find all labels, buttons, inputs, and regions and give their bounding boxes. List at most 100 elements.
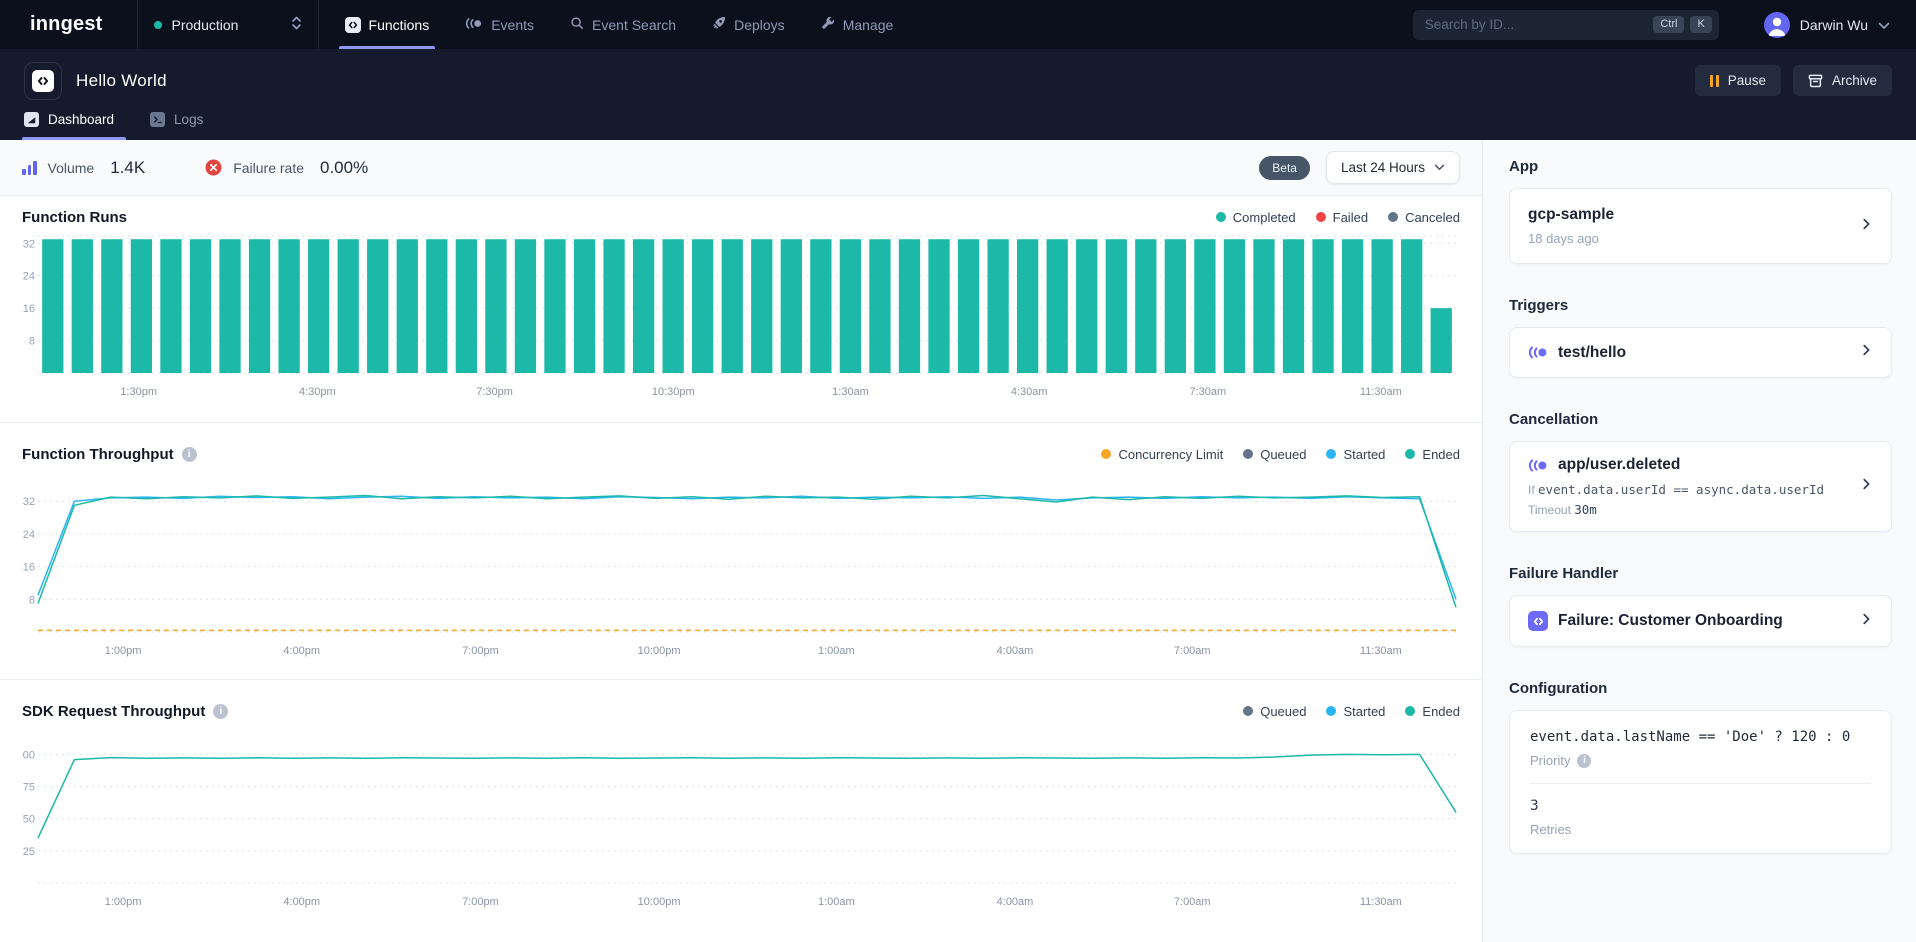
legend-dot <box>1388 212 1398 222</box>
cancellation-card[interactable]: app/user.deleted If event.data.userId ==… <box>1509 441 1892 532</box>
event-icon <box>1528 459 1548 472</box>
global-search[interactable]: Ctrl K <box>1413 10 1719 40</box>
stats-bar: Volume 1.4K Failure rate 0.00% Beta Last… <box>0 140 1482 196</box>
volume-value: 1.4K <box>110 158 145 178</box>
svg-text:11:30am: 11:30am <box>1360 896 1402 908</box>
cancellation-expression: event.data.userId == async.data.userId <box>1538 482 1824 497</box>
svg-text:1:00am: 1:00am <box>818 645 855 657</box>
nav-tab-functions[interactable]: Functions <box>327 0 448 49</box>
tab-label: Dashboard <box>48 112 114 127</box>
nav-tab-deploys[interactable]: Deploys <box>694 0 803 49</box>
app-card[interactable]: gcp-sample 18 days ago <box>1509 188 1892 264</box>
tab-dashboard[interactable]: Dashboard <box>24 112 114 140</box>
legend-item: Queued <box>1243 447 1306 462</box>
svg-text:11:30am: 11:30am <box>1360 645 1402 657</box>
legend-item: Ended <box>1405 704 1460 719</box>
svg-text:7:30am: 7:30am <box>1189 386 1226 398</box>
legend-label: Queued <box>1260 447 1306 462</box>
events-icon <box>465 17 483 33</box>
svg-text:7:00pm: 7:00pm <box>462 645 499 657</box>
nav-tab-event-search[interactable]: Event Search <box>552 0 694 49</box>
functions-icon <box>345 17 361 33</box>
volume-label: Volume <box>48 160 95 176</box>
user-menu[interactable]: Darwin Wu <box>1744 12 1916 38</box>
legend-label: Ended <box>1422 704 1460 719</box>
wrench-icon <box>821 16 835 33</box>
legend-item: Started <box>1326 704 1385 719</box>
legend-label: Canceled <box>1405 210 1460 225</box>
cancellation-section: Cancellation app/user.deleted If event.d… <box>1509 411 1892 532</box>
search-input[interactable] <box>1425 17 1648 32</box>
svg-text:25: 25 <box>23 846 35 858</box>
svg-text:4:00pm: 4:00pm <box>283 645 320 657</box>
chart-title: Function Runs <box>22 209 127 226</box>
function-icon <box>1528 611 1548 631</box>
legend-item: Concurrency Limit <box>1101 447 1223 462</box>
failure-handler-heading: Failure Handler <box>1509 565 1892 582</box>
chevron-right-icon <box>1859 217 1873 236</box>
chevron-right-icon <box>1859 612 1873 631</box>
environment-label: Production <box>172 17 239 33</box>
timeout-value: 30m <box>1574 502 1597 517</box>
chevron-down-icon <box>1434 164 1445 171</box>
legend-dot <box>1101 449 1111 459</box>
info-icon[interactable]: i <box>182 447 197 462</box>
nav-tab-label: Events <box>491 17 534 33</box>
pause-label: Pause <box>1728 73 1766 88</box>
legend-item: Canceled <box>1388 210 1460 225</box>
info-icon[interactable]: i <box>213 704 228 719</box>
app-heading: App <box>1509 158 1892 175</box>
svg-text:10:00pm: 10:00pm <box>638 896 681 908</box>
beta-badge: Beta <box>1259 156 1310 180</box>
tab-logs[interactable]: Logs <box>150 112 203 140</box>
legend-dot <box>1243 449 1253 459</box>
time-range-dropdown[interactable]: Last 24 Hours <box>1326 151 1460 184</box>
legend-dot <box>1326 449 1336 459</box>
failure-rate-value: 0.00% <box>320 158 368 178</box>
chart-legend: Concurrency LimitQueuedStartedEnded <box>1101 447 1460 462</box>
legend-dot <box>1316 212 1326 222</box>
page-title: Hello World <box>76 71 167 91</box>
svg-text:4:30am: 4:30am <box>1011 386 1048 398</box>
nav-tab-label: Manage <box>843 17 894 33</box>
app-section: App gcp-sample 18 days ago <box>1509 158 1892 264</box>
svg-text:1:00pm: 1:00pm <box>105 645 142 657</box>
archive-button[interactable]: Archive <box>1793 65 1892 96</box>
triggers-heading: Triggers <box>1509 297 1892 314</box>
legend-dot <box>1405 449 1415 459</box>
archive-icon <box>1808 74 1823 88</box>
environment-status-dot <box>154 21 162 29</box>
svg-text:7:30pm: 7:30pm <box>476 386 513 398</box>
nav-right: Ctrl K Darwin Wu <box>1413 0 1916 49</box>
svg-text:4:00pm: 4:00pm <box>283 896 320 908</box>
divider <box>1530 783 1871 784</box>
nav-tab-events[interactable]: Events <box>447 0 552 49</box>
legend-label: Started <box>1343 704 1385 719</box>
priority-expression: event.data.lastName == 'Doe' ? 120 : 0 <box>1530 729 1871 745</box>
failure-handler-card[interactable]: Failure: Customer Onboarding <box>1509 595 1892 647</box>
function-throughput-section: Function Throughput i Concurrency LimitQ… <box>0 423 1482 680</box>
event-icon <box>1528 346 1548 359</box>
legend-label: Failed <box>1333 210 1368 225</box>
inngest-logo: inngest <box>0 0 137 49</box>
pause-button[interactable]: Pause <box>1695 65 1781 96</box>
info-icon[interactable]: i <box>1577 754 1591 768</box>
sdk-throughput-section: SDK Request Throughput i QueuedStartedEn… <box>0 680 1482 942</box>
legend-item: Started <box>1326 447 1385 462</box>
svg-text:7:00am: 7:00am <box>1174 896 1211 908</box>
svg-text:4:00am: 4:00am <box>997 896 1034 908</box>
svg-text:32: 32 <box>23 238 35 250</box>
volume-icon <box>22 161 37 175</box>
svg-text:100: 100 <box>22 749 35 761</box>
failure-icon <box>205 159 222 176</box>
configuration-section: Configuration event.data.lastName == 'Do… <box>1509 680 1892 854</box>
function-header: Hello World Pause Archive Dashboard Logs <box>0 49 1916 140</box>
svg-text:1:00pm: 1:00pm <box>105 896 142 908</box>
environment-selector[interactable]: Production <box>137 0 319 49</box>
trigger-card[interactable]: test/hello <box>1509 327 1892 378</box>
nav-tab-label: Deploys <box>734 17 785 33</box>
chart-legend: QueuedStartedEnded <box>1243 704 1460 719</box>
nav-tab-manage[interactable]: Manage <box>803 0 912 49</box>
cancellation-event-name: app/user.deleted <box>1558 456 1680 474</box>
nav-tab-label: Functions <box>369 17 430 33</box>
